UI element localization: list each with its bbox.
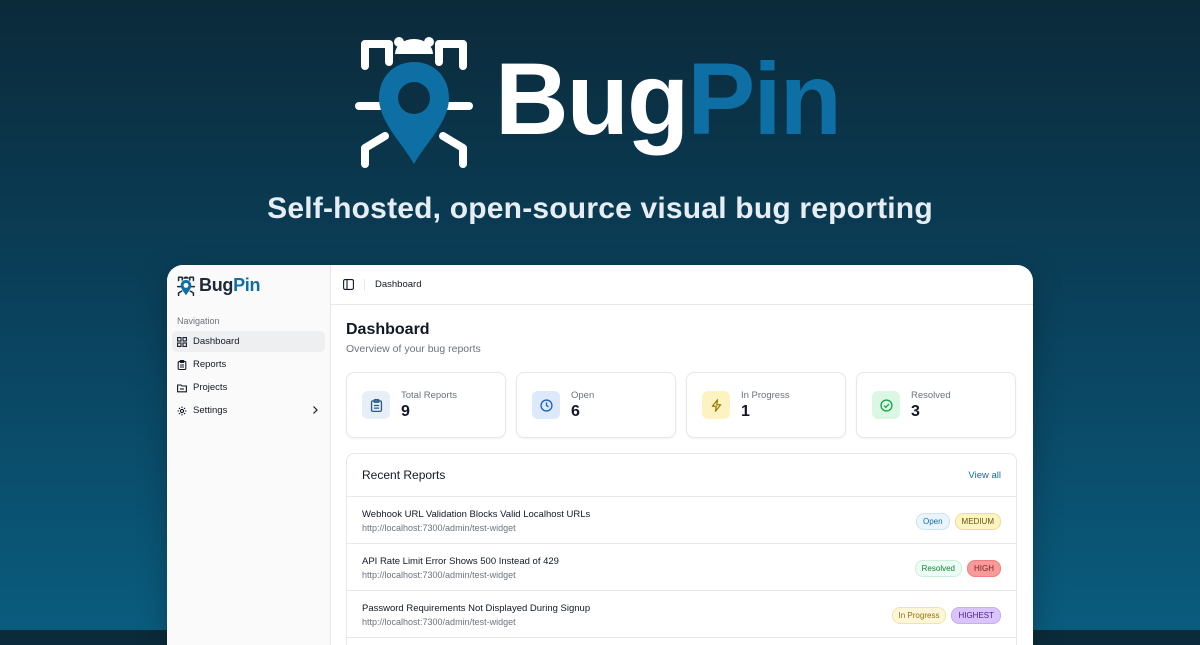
stat-card-total[interactable]: Total Reports 9 bbox=[346, 372, 506, 438]
stat-label: Total Reports bbox=[401, 390, 457, 401]
report-badges: In Progress HIGHEST bbox=[891, 607, 1001, 624]
status-badge: In Progress bbox=[891, 607, 947, 624]
bug-pin-logo-icon bbox=[355, 37, 473, 168]
bug-pin-logo-icon bbox=[177, 275, 195, 296]
status-badge: Open bbox=[915, 513, 950, 530]
hero-brand-bug: Bug bbox=[495, 42, 689, 156]
tagline: Self-hosted, open-source visual bug repo… bbox=[267, 192, 933, 225]
report-badges: Resolved HIGH bbox=[914, 560, 1001, 577]
sidebar: BugPin Navigation Dashboard Reports Proj… bbox=[167, 265, 331, 645]
clipboard-icon bbox=[177, 359, 187, 370]
gear-icon bbox=[177, 406, 187, 416]
stat-card-resolved[interactable]: Resolved 3 bbox=[856, 372, 1016, 438]
sidebar-item-label: Reports bbox=[193, 359, 227, 370]
report-badges: Open MEDIUM bbox=[915, 513, 1001, 530]
stats-row: Total Reports 9 Open 6 In Progress 1 Res… bbox=[346, 372, 1017, 438]
sidebar-item-reports[interactable]: Reports bbox=[172, 354, 325, 375]
report-title: API Rate Limit Error Shows 500 Instead o… bbox=[362, 556, 559, 567]
check-circle-icon bbox=[872, 391, 900, 419]
sidebar-item-dashboard[interactable]: Dashboard bbox=[172, 331, 325, 352]
stat-value: 1 bbox=[741, 403, 750, 420]
stat-value: 9 bbox=[401, 403, 410, 420]
stat-label: Resolved bbox=[911, 390, 951, 401]
status-badge: Resolved bbox=[914, 560, 962, 577]
hero-logo: BugPin bbox=[355, 36, 842, 168]
topbar: Dashboard bbox=[331, 265, 1033, 305]
table-row[interactable]: Webhook URL Validation Blocks Valid Loca… bbox=[347, 497, 1016, 544]
sidebar-item-projects[interactable]: Projects bbox=[172, 377, 325, 398]
stat-label: Open bbox=[571, 390, 595, 401]
priority-badge: MEDIUM bbox=[954, 513, 1001, 530]
sidebar-nav: Dashboard Reports Projects Settings bbox=[172, 331, 325, 423]
priority-badge: HIGHEST bbox=[951, 607, 1001, 624]
report-url: http://localhost:7300/admin/test-widget bbox=[362, 617, 516, 627]
report-title: Password Requirements Not Displayed Duri… bbox=[362, 603, 591, 614]
stat-card-in-progress[interactable]: In Progress 1 bbox=[686, 372, 846, 438]
sidebar-item-settings[interactable]: Settings bbox=[172, 400, 325, 421]
report-url: http://localhost:7300/admin/test-widget bbox=[362, 523, 516, 533]
recent-reports-header: Recent Reports View all bbox=[347, 454, 1016, 497]
sidebar-item-label: Projects bbox=[193, 382, 228, 393]
nav-heading: Navigation bbox=[177, 316, 220, 326]
clock-icon bbox=[532, 391, 560, 419]
table-row[interactable]: Password Requirements Not Displayed Duri… bbox=[347, 591, 1016, 638]
view-all-link[interactable]: View all bbox=[968, 470, 1001, 481]
sidebar-brand: BugPin bbox=[199, 275, 261, 296]
hero-brand-pin: Pin bbox=[687, 42, 842, 156]
folder-icon bbox=[177, 383, 187, 393]
sidebar-logo[interactable]: BugPin bbox=[177, 275, 261, 296]
topbar-divider bbox=[364, 278, 365, 291]
sidebar-brand-bug: Bug bbox=[199, 275, 234, 295]
sidebar-toggle-icon[interactable] bbox=[343, 279, 354, 290]
stat-value: 3 bbox=[911, 403, 920, 420]
grid-icon bbox=[177, 336, 187, 347]
stat-value: 6 bbox=[571, 403, 580, 420]
clipboard-icon bbox=[362, 391, 390, 419]
recent-reports-card: Recent Reports View all Webhook URL Vali… bbox=[346, 453, 1017, 645]
sidebar-item-label: Dashboard bbox=[193, 336, 240, 347]
report-url: http://localhost:7300/admin/test-widget bbox=[362, 570, 516, 580]
breadcrumb: Dashboard bbox=[375, 279, 422, 290]
recent-reports-title: Recent Reports bbox=[362, 468, 446, 482]
page-subtitle: Overview of your bug reports bbox=[346, 343, 481, 355]
stat-label: In Progress bbox=[741, 390, 790, 401]
table-row[interactable]: API Rate Limit Error Shows 500 Instead o… bbox=[347, 544, 1016, 591]
chevron-right-icon[interactable] bbox=[311, 405, 319, 418]
report-title: Webhook URL Validation Blocks Valid Loca… bbox=[362, 509, 591, 520]
sidebar-item-label: Settings bbox=[193, 405, 228, 416]
app-window: BugPin Navigation Dashboard Reports Proj… bbox=[167, 265, 1033, 645]
main-content: Dashboard Overview of your bug reports T… bbox=[346, 321, 1017, 645]
sidebar-brand-pin: Pin bbox=[233, 275, 261, 295]
lightning-icon bbox=[702, 391, 730, 419]
priority-badge: HIGH bbox=[967, 560, 1001, 577]
stat-card-open[interactable]: Open 6 bbox=[516, 372, 676, 438]
hero-wordmark: BugPin bbox=[495, 48, 842, 150]
page-title: Dashboard bbox=[346, 321, 430, 338]
